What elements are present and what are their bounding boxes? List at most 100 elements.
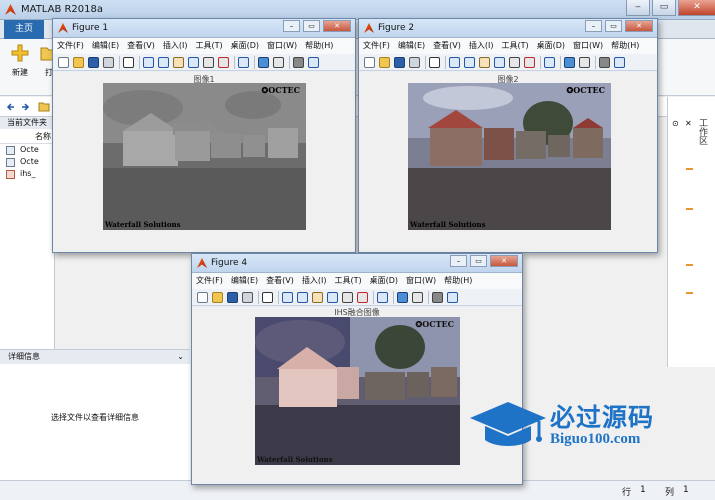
zoom-out-icon[interactable] — [297, 292, 308, 303]
figure-title-bar[interactable]: Figure 4 – ▭ ✕ — [192, 254, 522, 273]
forward-arrow-icon[interactable] — [20, 102, 30, 112]
menu-insert[interactable]: 插入(I) — [465, 38, 498, 54]
pan-icon[interactable] — [312, 292, 323, 303]
colorbar-icon[interactable] — [258, 57, 269, 68]
new-button[interactable]: 新建 — [5, 43, 35, 78]
chevron-down-icon[interactable]: ⌄ — [177, 350, 184, 364]
close-icon[interactable]: ✕ — [678, 0, 715, 16]
menu-desktop[interactable]: 桌面(D) — [227, 38, 263, 54]
figure-title-bar[interactable]: Figure 2 – ▭ ✕ — [359, 19, 657, 38]
list-item[interactable]: Octe — [0, 156, 54, 168]
minimize-icon[interactable]: – — [283, 20, 300, 32]
maximize-icon[interactable]: ▭ — [652, 0, 676, 16]
link-icon[interactable] — [544, 57, 555, 68]
data-cursor-icon[interactable] — [203, 57, 214, 68]
maximize-icon[interactable]: ▭ — [470, 255, 487, 267]
show-plot-tools-icon[interactable] — [614, 57, 625, 68]
list-item[interactable]: Octe — [0, 144, 54, 156]
link-icon[interactable] — [377, 292, 388, 303]
new-file-icon[interactable] — [58, 57, 69, 68]
minimize-icon[interactable]: ‒ — [626, 0, 650, 16]
menu-tools[interactable]: 工具(T) — [497, 38, 532, 54]
figure-title-bar[interactable]: Figure 1 – ▭ ✕ — [53, 19, 355, 38]
menu-insert[interactable]: 插入(I) — [159, 38, 192, 54]
menu-window[interactable]: 窗口(W) — [402, 273, 440, 289]
zoom-in-icon[interactable] — [282, 292, 293, 303]
new-file-icon[interactable] — [197, 292, 208, 303]
close-icon[interactable]: ✕ — [323, 20, 351, 32]
zoom-in-icon[interactable] — [449, 57, 460, 68]
menu-help[interactable]: 帮助(H) — [301, 38, 337, 54]
maximize-icon[interactable]: ▭ — [303, 20, 320, 32]
menu-desktop[interactable]: 桌面(D) — [533, 38, 569, 54]
minimize-icon[interactable]: – — [450, 255, 467, 267]
data-cursor-icon[interactable] — [342, 292, 353, 303]
menu-file[interactable]: 文件(F) — [359, 38, 394, 54]
menu-help[interactable]: 帮助(H) — [440, 273, 476, 289]
close-icon[interactable]: ✕ — [625, 20, 653, 32]
rotate-icon[interactable] — [494, 57, 505, 68]
data-cursor-icon[interactable] — [509, 57, 520, 68]
figure-window-2[interactable]: Figure 2 – ▭ ✕ 文件(F) 编辑(E) 查看(V) 插入(I) 工具(T) 桌面… — [358, 18, 658, 253]
open-folder-icon[interactable] — [212, 292, 223, 303]
tab-home[interactable]: 主页 — [4, 20, 44, 39]
workspace-label[interactable]: 工作区 — [696, 118, 709, 145]
figure-window-1[interactable]: Figure 1 – ▭ ✕ 文件(F) 编辑(E) 查看(V) 插入(I) 工具(T) 桌面… — [52, 18, 356, 253]
colorbar-icon[interactable] — [397, 292, 408, 303]
hide-plot-tools-icon[interactable] — [599, 57, 610, 68]
colorbar-icon[interactable] — [564, 57, 575, 68]
print-icon[interactable] — [409, 57, 420, 68]
zoom-out-icon[interactable] — [158, 57, 169, 68]
open-folder-icon[interactable] — [73, 57, 84, 68]
pan-icon[interactable] — [479, 57, 490, 68]
menu-tools[interactable]: 工具(T) — [330, 273, 365, 289]
collapse-icon[interactable]: ⊙ — [672, 119, 679, 128]
zoom-in-icon[interactable] — [143, 57, 154, 68]
legend-icon[interactable] — [579, 57, 590, 68]
pan-icon[interactable] — [173, 57, 184, 68]
menu-window[interactable]: 窗口(W) — [569, 38, 607, 54]
menu-window[interactable]: 窗口(W) — [263, 38, 301, 54]
brush-icon[interactable] — [218, 57, 229, 68]
menu-tools[interactable]: 工具(T) — [191, 38, 226, 54]
new-file-icon[interactable] — [364, 57, 375, 68]
hide-plot-tools-icon[interactable] — [432, 292, 443, 303]
show-plot-tools-icon[interactable] — [447, 292, 458, 303]
show-plot-tools-icon[interactable] — [308, 57, 319, 68]
brush-icon[interactable] — [524, 57, 535, 68]
list-item[interactable]: ihs_ — [0, 168, 54, 180]
back-arrow-icon[interactable] — [6, 102, 16, 112]
close-panel-icon[interactable]: ✕ — [685, 119, 692, 128]
brush-icon[interactable] — [357, 292, 368, 303]
link-icon[interactable] — [238, 57, 249, 68]
zoom-out-icon[interactable] — [464, 57, 475, 68]
rotate-icon[interactable] — [327, 292, 338, 303]
menu-insert[interactable]: 插入(I) — [298, 273, 331, 289]
close-icon[interactable]: ✕ — [490, 255, 518, 267]
menu-view[interactable]: 查看(V) — [429, 38, 465, 54]
menu-edit[interactable]: 编辑(E) — [394, 38, 429, 54]
print-icon[interactable] — [103, 57, 114, 68]
menu-edit[interactable]: 编辑(E) — [227, 273, 262, 289]
pointer-icon[interactable] — [429, 57, 440, 68]
name-column-header[interactable]: 名称 — [0, 129, 54, 144]
menu-edit[interactable]: 编辑(E) — [88, 38, 123, 54]
save-icon[interactable] — [227, 292, 238, 303]
open-folder-icon[interactable] — [379, 57, 390, 68]
print-icon[interactable] — [242, 292, 253, 303]
hide-plot-tools-icon[interactable] — [293, 57, 304, 68]
menu-file[interactable]: 文件(F) — [192, 273, 227, 289]
legend-icon[interactable] — [412, 292, 423, 303]
pointer-icon[interactable] — [262, 292, 273, 303]
menu-view[interactable]: 查看(V) — [262, 273, 298, 289]
pointer-icon[interactable] — [123, 57, 134, 68]
minimize-icon[interactable]: – — [585, 20, 602, 32]
menu-desktop[interactable]: 桌面(D) — [366, 273, 402, 289]
save-icon[interactable] — [394, 57, 405, 68]
save-icon[interactable] — [88, 57, 99, 68]
rotate-icon[interactable] — [188, 57, 199, 68]
maximize-icon[interactable]: ▭ — [605, 20, 622, 32]
menu-file[interactable]: 文件(F) — [53, 38, 88, 54]
menu-help[interactable]: 帮助(H) — [607, 38, 643, 54]
legend-icon[interactable] — [273, 57, 284, 68]
